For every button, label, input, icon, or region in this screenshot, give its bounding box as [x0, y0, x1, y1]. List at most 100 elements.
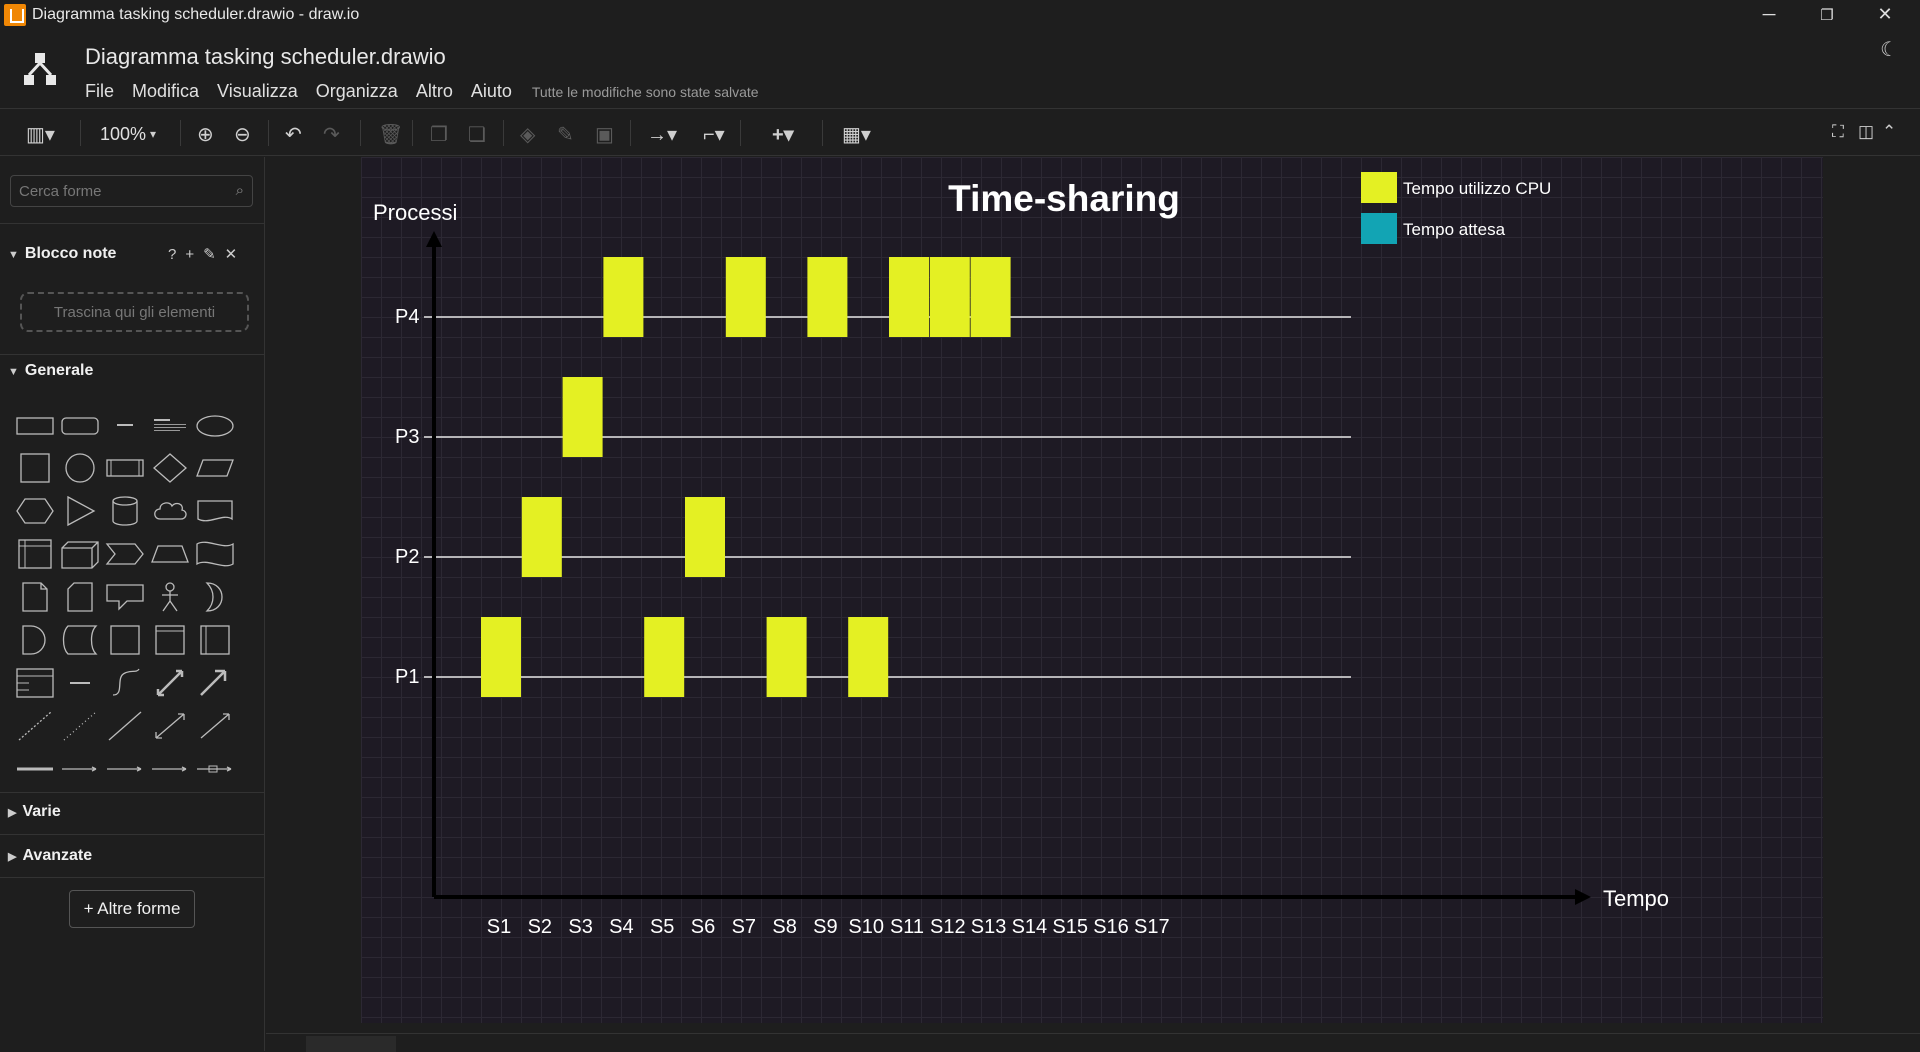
line-color-icon[interactable]: ✎: [557, 122, 574, 147]
y-axis-label[interactable]: Processi: [373, 200, 457, 225]
shape-circle[interactable]: [57, 446, 102, 489]
delete-icon[interactable]: 🗑: [378, 122, 403, 147]
slot-label[interactable]: S12: [930, 916, 966, 938]
shape-cube[interactable]: [57, 532, 102, 575]
slot-label[interactable]: S4: [609, 916, 633, 938]
drawio-logo-icon[interactable]: [22, 51, 58, 87]
minimize-button[interactable]: ─: [1740, 0, 1798, 29]
search-input[interactable]: [11, 176, 211, 206]
cpu-bar-p4-s7[interactable]: [725, 257, 766, 337]
process-label[interactable]: P3: [395, 426, 419, 448]
shape-connector-symbol[interactable]: [192, 747, 237, 790]
document-title[interactable]: Diagramma tasking scheduler.drawio: [85, 44, 446, 70]
shape-swimlane[interactable]: [147, 618, 192, 661]
shape-and[interactable]: [12, 618, 57, 661]
slot-label[interactable]: S2: [528, 916, 552, 938]
slot-label[interactable]: S15: [1052, 916, 1088, 938]
cpu-bar-p2-s2[interactable]: [521, 497, 562, 577]
slot-label[interactable]: S8: [772, 916, 796, 938]
restore-button[interactable]: ❐: [1798, 0, 1856, 29]
diagram-page[interactable]: Time-sharing Processi Tempo P4 P3 P2 P1 S1 S…: [361, 157, 1823, 1023]
zoom-chevron-icon[interactable]: ▾: [150, 127, 156, 141]
slot-label[interactable]: S13: [971, 916, 1007, 938]
slot-label[interactable]: S14: [1012, 916, 1048, 938]
sidebar-layout-icon[interactable]: ▥▾: [26, 122, 55, 147]
shape-list-item[interactable]: [57, 661, 102, 704]
shape-link[interactable]: [12, 747, 57, 790]
shape-connector-label[interactable]: [102, 747, 147, 790]
shape-bidirectional-arrow[interactable]: [147, 661, 192, 704]
shape-data-storage[interactable]: [57, 618, 102, 661]
shape-card[interactable]: [57, 575, 102, 618]
section-scratchpad[interactable]: ▼ Blocco note: [8, 245, 116, 263]
shape-dashed-line[interactable]: [12, 704, 57, 747]
waypoints-icon[interactable]: ⌐▾: [703, 122, 725, 147]
x-axis-label[interactable]: Tempo: [1603, 886, 1669, 911]
shape-process[interactable]: [102, 446, 147, 489]
shape-tape[interactable]: [192, 532, 237, 575]
shape-rectangle[interactable]: [12, 403, 57, 446]
shape-heading[interactable]: [147, 403, 192, 446]
shape-dotted-line[interactable]: [57, 704, 102, 747]
close-button[interactable]: ✕: [1856, 0, 1914, 29]
menu-altro[interactable]: Altro: [416, 81, 453, 102]
shape-hexagon[interactable]: [12, 489, 57, 532]
zoom-in-icon[interactable]: ⊕: [197, 122, 214, 147]
format-panel-icon[interactable]: ◫: [1858, 122, 1874, 142]
slot-label[interactable]: S16: [1093, 916, 1129, 938]
cpu-bar-p4-s4[interactable]: [603, 257, 644, 337]
cpu-bar-p3-s3[interactable]: [562, 377, 603, 457]
legend-label[interactable]: Tempo attesa: [1403, 220, 1506, 239]
shape-text[interactable]: [102, 403, 147, 446]
shape-step[interactable]: [102, 532, 147, 575]
shape-list[interactable]: [12, 661, 57, 704]
zoom-out-icon[interactable]: ⊖: [234, 122, 251, 147]
shape-ellipse[interactable]: [192, 403, 237, 446]
cpu-bar-p1-s10[interactable]: [848, 617, 889, 697]
shape-callout[interactable]: [102, 575, 147, 618]
section-misc[interactable]: ▶ Varie: [8, 803, 61, 821]
process-label[interactable]: P1: [395, 666, 419, 688]
search-icon[interactable]: ⌕: [236, 182, 244, 199]
shape-internal-storage[interactable]: [12, 532, 57, 575]
cpu-bar-p4-s12[interactable]: [929, 257, 970, 337]
to-front-icon[interactable]: ❐: [430, 122, 448, 147]
slot-label[interactable]: S5: [650, 916, 674, 938]
shape-cylinder[interactable]: [102, 489, 147, 532]
slot-label[interactable]: S3: [568, 916, 592, 938]
shape-cloud[interactable]: [147, 489, 192, 532]
section-advanced[interactable]: ▶ Avanzate: [8, 847, 92, 865]
to-back-icon[interactable]: ❏: [468, 122, 486, 147]
shape-rounded-rectangle[interactable]: [57, 403, 102, 446]
slot-label[interactable]: S10: [848, 916, 884, 938]
shape-connector-two-labels[interactable]: [147, 747, 192, 790]
slot-label[interactable]: S1: [487, 916, 511, 938]
table-icon[interactable]: ▦▾: [842, 122, 871, 147]
menu-file[interactable]: File: [85, 81, 114, 102]
cpu-bar-p4-s13[interactable]: [970, 257, 1011, 337]
shape-container[interactable]: [102, 618, 147, 661]
shape-triangle[interactable]: [57, 489, 102, 532]
legend-swatch[interactable]: [1361, 213, 1397, 244]
shape-bidirectional-connector[interactable]: [147, 704, 192, 747]
fullscreen-icon[interactable]: ⛶: [1832, 122, 1844, 142]
shape-or[interactable]: [192, 575, 237, 618]
slot-label[interactable]: S11: [890, 916, 924, 938]
process-label[interactable]: P2: [395, 546, 419, 568]
shape-arrow[interactable]: [192, 661, 237, 704]
more-shapes-button[interactable]: + Altre forme: [69, 890, 195, 928]
chart-title[interactable]: Time-sharing: [948, 178, 1180, 219]
menu-aiuto[interactable]: Aiuto: [471, 81, 512, 102]
collapse-icon[interactable]: ⌃: [1882, 122, 1896, 142]
shape-actor[interactable]: [147, 575, 192, 618]
cpu-bar-p2-s6[interactable]: [685, 497, 725, 577]
legend-label[interactable]: Tempo utilizzo CPU: [1403, 179, 1551, 198]
slot-label[interactable]: S7: [732, 916, 756, 938]
gantt-diagram[interactable]: Time-sharing Processi Tempo P4 P3 P2 P1 S1 S…: [361, 157, 1823, 1023]
shadow-icon[interactable]: ▣: [595, 122, 614, 147]
undo-icon[interactable]: ↶: [285, 122, 302, 147]
slot-label[interactable]: S17: [1134, 916, 1170, 938]
zoom-select[interactable]: 100%: [100, 124, 146, 145]
shape-connector[interactable]: [57, 747, 102, 790]
process-label[interactable]: P4: [395, 306, 419, 328]
